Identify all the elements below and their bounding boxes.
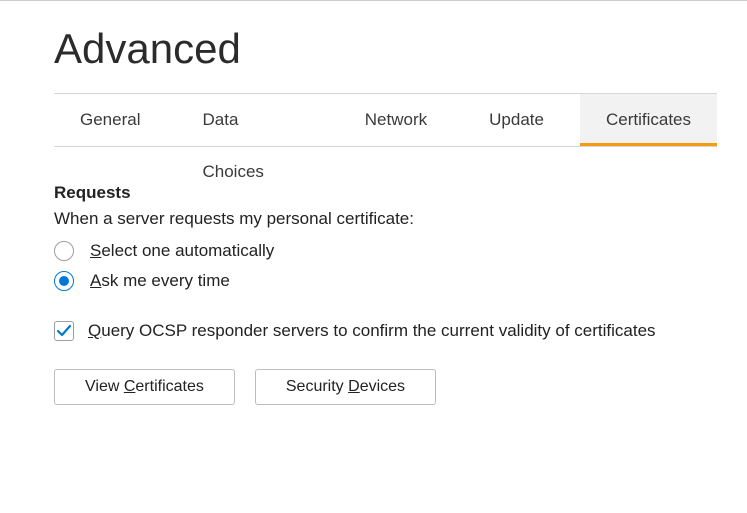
tab-data-choices[interactable]: Data Choices — [176, 94, 328, 146]
radio-select-automatically[interactable]: Select one automatically — [54, 241, 717, 261]
radio-ask-every-time[interactable]: Ask me every time — [54, 271, 717, 291]
tab-update[interactable]: Update — [463, 94, 570, 146]
tab-general[interactable]: General — [54, 94, 166, 146]
requests-heading: Requests — [54, 183, 717, 203]
radio-icon — [54, 241, 74, 261]
content: Requests When a server requests my perso… — [54, 183, 717, 405]
radio-label: Select one automatically — [90, 241, 274, 261]
radio-icon — [54, 271, 74, 291]
requests-description: When a server requests my personal certi… — [54, 209, 717, 229]
security-devices-button[interactable]: Security Devices — [255, 369, 436, 405]
buttons-row: View Certificates Security Devices — [54, 369, 717, 405]
view-certificates-button[interactable]: View Certificates — [54, 369, 235, 405]
radio-label: Ask me every time — [90, 271, 230, 291]
tab-network[interactable]: Network — [339, 94, 453, 146]
checkbox-label: Query OCSP responder servers to confirm … — [88, 321, 656, 341]
tab-certificates[interactable]: Certificates — [580, 94, 717, 146]
page-title: Advanced — [54, 25, 747, 73]
checkbox-icon — [54, 321, 74, 341]
tabs: General Data Choices Network Update Cert… — [54, 93, 717, 147]
checkbox-ocsp[interactable]: Query OCSP responder servers to confirm … — [54, 321, 717, 341]
